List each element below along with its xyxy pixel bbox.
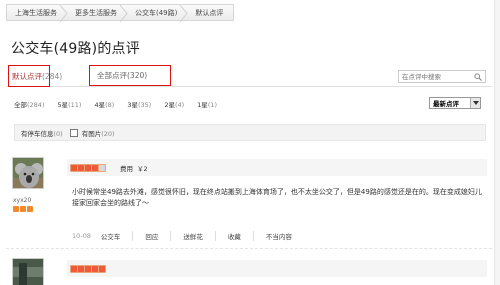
has-photos-option[interactable]: 有图片(20) bbox=[82, 128, 115, 138]
avatar[interactable] bbox=[12, 258, 44, 285]
star-icon bbox=[99, 265, 105, 272]
review-options-bar: 有停车信息(0) 有图片(20) bbox=[14, 124, 486, 141]
breadcrumb-label: 上海生活服务 bbox=[15, 8, 57, 17]
star-icon bbox=[92, 265, 98, 272]
search-icon[interactable] bbox=[473, 71, 483, 82]
rating-stars-icon bbox=[70, 264, 106, 273]
page-title: 公交车(49路)的点评 bbox=[11, 41, 140, 57]
page-scrollbar[interactable] bbox=[494, 0, 500, 285]
option-label: 有图片 bbox=[81, 129, 102, 138]
breadcrumb-more-life-services[interactable]: 更多生活服务 bbox=[67, 5, 128, 22]
option-label: 有停车信息 bbox=[21, 129, 54, 138]
star-filter-bar: 全部(284) 5星(11) 4星(8) 3星(35) 2星(4) 1星(1) bbox=[14, 99, 230, 109]
filter-count: (11) bbox=[68, 101, 82, 109]
cost-value: ￥2 bbox=[137, 164, 148, 173]
breadcrumb-current: 默认点评 bbox=[187, 5, 233, 20]
filter-label: 2星 bbox=[164, 101, 175, 109]
user-level-flame-icon bbox=[27, 206, 33, 212]
tab-label: 全部点评 bbox=[97, 71, 127, 80]
filter-count: (284) bbox=[27, 101, 45, 109]
breadcrumb-shanghai-life-services[interactable]: 上海生活服务 bbox=[7, 5, 68, 22]
cost-label: 费用 bbox=[120, 164, 133, 173]
review-date: 10-08 bbox=[72, 232, 91, 240]
favorite-link[interactable]: 收藏 bbox=[214, 231, 253, 241]
option-count: (0) bbox=[53, 129, 63, 138]
filter-2-star[interactable]: 2星(4) bbox=[164, 99, 184, 109]
tab-all-reviews[interactable]: 全部点评 (320) bbox=[89, 65, 171, 86]
review-place-link[interactable]: 公交车 bbox=[101, 231, 133, 241]
breadcrumb-label: 默认点评 bbox=[195, 8, 224, 17]
sort-select[interactable]: 最新点评 bbox=[429, 97, 481, 109]
parking-info-option[interactable]: 有停车信息(0) bbox=[21, 128, 63, 138]
star-icon bbox=[92, 164, 98, 171]
filter-3-star[interactable]: 3星(35) bbox=[127, 99, 151, 109]
tab-default-reviews[interactable]: 默认点评 (284) bbox=[8, 65, 62, 87]
filter-count: (35) bbox=[137, 101, 152, 109]
filter-label: 1星 bbox=[197, 101, 208, 109]
filter-label: 3星 bbox=[127, 101, 138, 109]
tab-count: (320) bbox=[127, 71, 148, 80]
filter-1-star[interactable]: 1星(1) bbox=[197, 99, 217, 109]
breadcrumb-bus-49[interactable]: 公交车(49路) bbox=[127, 5, 189, 22]
tab-count: (284) bbox=[42, 71, 63, 81]
tabs-divider bbox=[6, 86, 492, 87]
breadcrumb-label: 公交车(49路) bbox=[135, 8, 178, 17]
star-icon bbox=[78, 265, 84, 272]
breadcrumb: 上海生活服务 更多生活服务 公交车(49路) 默认点评 bbox=[6, 4, 235, 22]
review-header bbox=[67, 260, 487, 277]
review-search-box bbox=[398, 70, 486, 83]
reply-link[interactable]: 回应 bbox=[132, 231, 170, 241]
report-link[interactable]: 不当内容 bbox=[252, 231, 304, 241]
filter-4-star[interactable]: 4星(8) bbox=[94, 99, 114, 109]
breadcrumb-label: 更多生活服务 bbox=[75, 8, 117, 17]
avatar[interactable] bbox=[12, 157, 44, 189]
star-icon bbox=[78, 164, 84, 171]
send-flower-link[interactable]: 送鲜花 bbox=[170, 231, 215, 241]
user-level-icons bbox=[13, 206, 33, 212]
filter-count: (1) bbox=[207, 101, 218, 109]
chevron-down-icon[interactable] bbox=[470, 98, 480, 108]
filter-all[interactable]: 全部(284) bbox=[14, 99, 44, 109]
filter-label: 5星 bbox=[57, 101, 69, 109]
filter-label: 全部 bbox=[14, 101, 27, 109]
filter-5-star[interactable]: 5星(11) bbox=[57, 99, 81, 109]
filter-count: (8) bbox=[105, 101, 115, 109]
star-icon bbox=[85, 164, 91, 171]
sort-selected-value: 最新点评 bbox=[433, 100, 459, 108]
has-photos-checkbox[interactable] bbox=[69, 128, 78, 137]
reviewer-name[interactable]: xyx20 bbox=[13, 197, 31, 204]
user-level-flame-icon bbox=[13, 206, 19, 212]
star-empty-icon bbox=[99, 164, 105, 171]
filter-count: (4) bbox=[174, 101, 185, 109]
review-divider bbox=[6, 248, 492, 249]
rating-stars-icon bbox=[70, 163, 106, 172]
review-text: 小时候常坐49路去外滩，感觉很怀旧，现在终点站搬到上海体育场了，也不太坐公交了，… bbox=[72, 188, 482, 207]
star-icon bbox=[71, 164, 77, 171]
star-icon bbox=[85, 265, 91, 272]
review-header: 费用 ￥2 bbox=[67, 159, 487, 176]
filter-label: 4星 bbox=[94, 101, 106, 109]
user-level-flame-icon bbox=[20, 206, 26, 212]
tab-label: 默认点评 bbox=[12, 71, 42, 81]
review-search-input[interactable] bbox=[399, 72, 473, 81]
option-count: (20) bbox=[101, 129, 115, 138]
star-icon bbox=[71, 265, 77, 272]
review-actions: 10-08 公交车 回应 送鲜花 收藏 不当内容 bbox=[72, 231, 304, 241]
